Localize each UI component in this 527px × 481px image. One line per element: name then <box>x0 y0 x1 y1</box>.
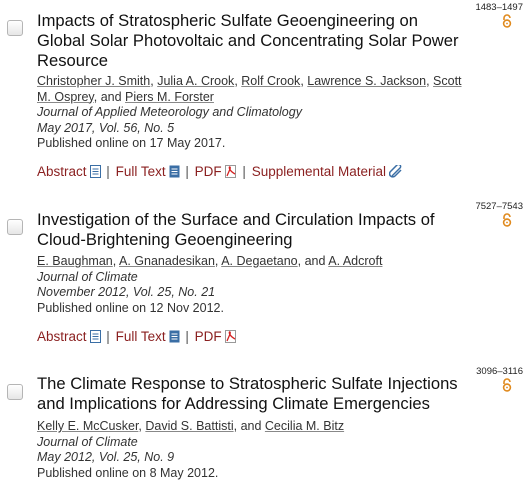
published-date: Published online on 12 Nov 2012. <box>37 301 477 317</box>
pdf-icon <box>225 330 237 343</box>
and-word: and <box>101 90 122 104</box>
published-date: Published online on 17 May 2017. <box>37 136 477 152</box>
journal-name: Journal of Applied Meteorology and Clima… <box>37 105 477 121</box>
author-link[interactable]: Kelly E. McCusker <box>37 419 138 433</box>
and-word: and <box>241 419 262 433</box>
abstract-icon <box>90 330 101 343</box>
article-links: Abstract | Full Text | PDF | Supplementa… <box>37 164 403 179</box>
abstract-icon <box>90 165 101 178</box>
select-checkbox[interactable] <box>7 219 23 235</box>
article-links: Abstract | Full Text | PDF <box>37 329 237 344</box>
separator: | <box>185 329 189 344</box>
author-link[interactable]: A. Degaetano <box>221 254 297 268</box>
author-link[interactable]: Cecilia M. Bitz <box>265 419 344 433</box>
open-access-icon <box>501 213 513 227</box>
author-link[interactable]: David S. Battisti <box>145 419 233 433</box>
separator: | <box>106 164 110 179</box>
article-title[interactable]: Impacts of Stratospheric Sulfate Geoengi… <box>37 11 467 71</box>
separator: | <box>242 164 246 179</box>
author-link[interactable]: E. Baughman <box>37 254 113 268</box>
article-title[interactable]: Investigation of the Surface and Circula… <box>37 210 467 250</box>
full-text-link[interactable]: Full Text <box>116 329 180 344</box>
abstract-link[interactable]: Abstract <box>37 164 101 179</box>
abstract-link[interactable]: Abstract <box>37 329 101 344</box>
author-link[interactable]: A. Adcroft <box>328 254 382 268</box>
select-checkbox[interactable] <box>7 384 23 400</box>
full-text-icon <box>169 165 180 178</box>
separator: | <box>106 329 110 344</box>
paperclip-icon <box>389 165 403 178</box>
journal-name: Journal of Climate <box>37 270 477 286</box>
full-text-icon <box>169 330 180 343</box>
article-meta: Kelly E. McCusker, David S. Battisti, an… <box>37 419 477 481</box>
volume-info: November 2012, Vol. 25, No. 21 <box>37 285 477 301</box>
author-link[interactable]: Christopher J. Smith <box>37 74 150 88</box>
author-link[interactable]: Julia A. Crook <box>157 74 234 88</box>
pdf-link[interactable]: PDF <box>195 329 237 344</box>
article-meta: Christopher J. Smith, Julia A. Crook, Ro… <box>37 74 477 152</box>
and-word: and <box>305 254 326 268</box>
author-link[interactable]: A. Gnanadesikan <box>119 254 215 268</box>
author-link[interactable]: Rolf Crook <box>241 74 300 88</box>
page-range: 1483–1497 <box>443 2 523 13</box>
supplemental-link[interactable]: Supplemental Material <box>252 164 403 179</box>
volume-info: May 2012, Vol. 25, No. 9 <box>37 450 477 466</box>
article-title[interactable]: The Climate Response to Stratospheric Su… <box>37 374 467 414</box>
volume-info: May 2017, Vol. 56, No. 5 <box>37 121 477 137</box>
author-list: E. Baughman, A. Gnanadesikan, A. Degaeta… <box>37 254 477 270</box>
author-link[interactable]: Lawrence S. Jackson <box>307 74 426 88</box>
author-list: Kelly E. McCusker, David S. Battisti, an… <box>37 419 477 435</box>
article-meta: E. Baughman, A. Gnanadesikan, A. Degaeta… <box>37 254 477 316</box>
open-access-icon <box>501 14 513 28</box>
page-range: 7527–7543 <box>443 201 523 212</box>
pdf-link[interactable]: PDF <box>195 164 237 179</box>
full-text-link[interactable]: Full Text <box>116 164 180 179</box>
page-range: 3096–3116 <box>443 366 523 377</box>
author-link[interactable]: Piers M. Forster <box>125 90 214 104</box>
open-access-icon <box>501 378 513 392</box>
select-checkbox[interactable] <box>7 20 23 36</box>
journal-name: Journal of Climate <box>37 435 477 451</box>
pdf-icon <box>225 165 237 178</box>
separator: | <box>185 164 189 179</box>
author-list: Christopher J. Smith, Julia A. Crook, Ro… <box>37 74 477 105</box>
